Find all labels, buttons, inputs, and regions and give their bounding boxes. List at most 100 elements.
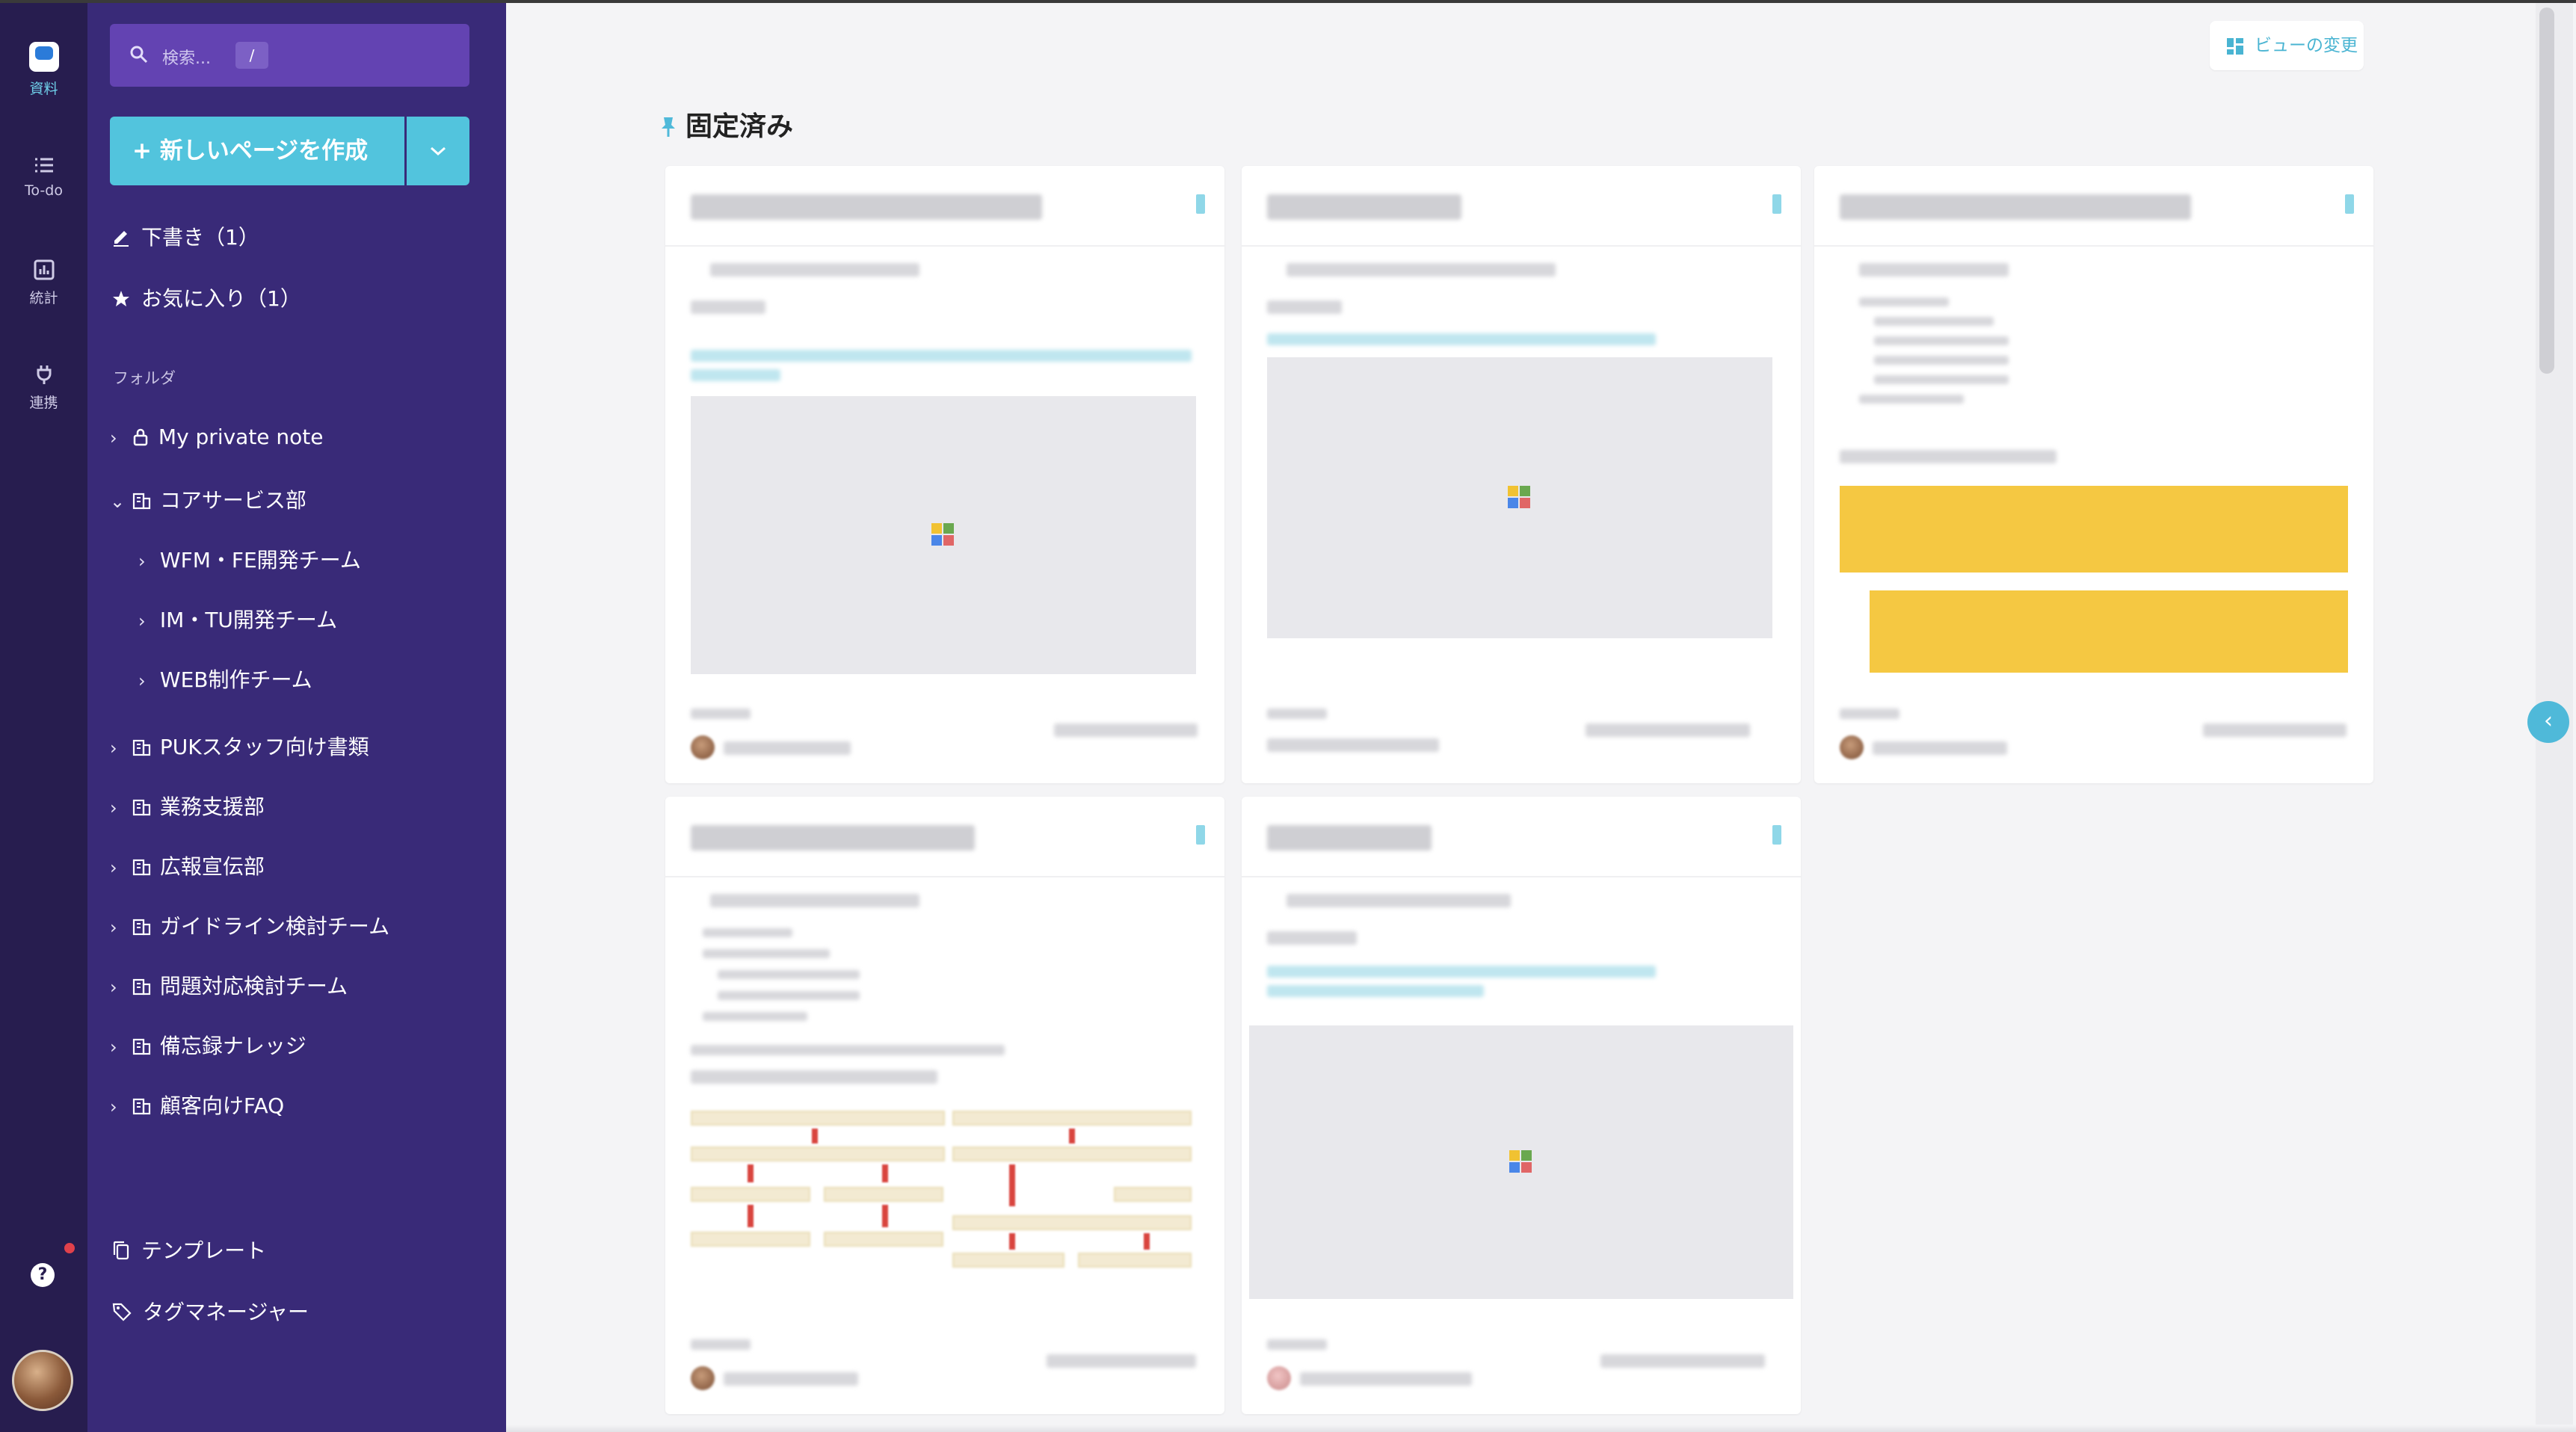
card-meta-redacted — [710, 263, 919, 277]
pinned-page-card[interactable] — [1242, 797, 1801, 1414]
rail-item-stats[interactable]: 統計 — [0, 259, 87, 307]
diagram-connector — [882, 1164, 888, 1182]
folder-label: WFM・FE開発チーム — [159, 548, 361, 573]
card-link-redacted — [691, 369, 780, 381]
card-date-redacted — [1047, 1354, 1196, 1368]
card-text-redacted — [1267, 931, 1357, 945]
author-avatar — [1840, 735, 1864, 759]
pinned-page-card[interactable] — [665, 166, 1224, 783]
search-input[interactable]: 検索... / — [110, 24, 469, 87]
scrollbar-thumb[interactable] — [2539, 7, 2554, 374]
card-date-redacted — [1600, 1354, 1765, 1368]
folders-heading: フォルダ — [113, 369, 176, 387]
card-divider — [665, 245, 1224, 247]
folder-label: 問題対応検討チーム — [159, 974, 348, 999]
create-page-button[interactable]: + 新しいページを作成 — [110, 117, 404, 185]
card-meta-redacted — [1287, 894, 1511, 907]
folder-item[interactable]: › 広報宣伝部 — [110, 851, 265, 880]
pin-icon[interactable] — [1196, 825, 1205, 845]
folder-item[interactable]: ⌄ コアサービス部 — [110, 484, 306, 514]
building-icon — [132, 859, 151, 876]
folder-item[interactable]: › PUKスタッフ向け書類 — [110, 731, 369, 761]
card-text-redacted — [703, 949, 830, 958]
author-avatar — [691, 735, 715, 759]
card-heading-redacted — [1840, 450, 2056, 463]
chevron-right-icon: › — [110, 857, 117, 878]
favorites-link[interactable]: お気に入り（1） — [111, 283, 301, 312]
card-meta-redacted — [1859, 263, 2009, 277]
subfolder-item[interactable]: › IM・TU開発チーム — [138, 604, 337, 634]
building-icon — [132, 919, 151, 936]
chevron-right-icon: › — [110, 1096, 117, 1117]
plug-icon — [37, 365, 51, 384]
card-title-redacted — [691, 825, 975, 851]
pin-icon[interactable] — [1196, 194, 1205, 214]
create-page-dropdown-button[interactable] — [407, 117, 469, 185]
drafts-label: 下書き（1） — [141, 225, 259, 250]
card-link-redacted — [691, 350, 1192, 362]
pin-icon[interactable] — [1772, 194, 1781, 214]
diagram-cell — [691, 1111, 945, 1126]
folder-item[interactable]: › ガイドライン検討チーム — [110, 910, 389, 940]
pinned-page-card[interactable] — [665, 797, 1224, 1414]
diagram-connector — [1009, 1164, 1015, 1206]
pinned-page-card[interactable] — [1814, 166, 2373, 783]
diagram-cell — [952, 1253, 1064, 1268]
card-text-redacted — [1859, 395, 1964, 404]
folder-item[interactable]: › My private note — [110, 425, 324, 449]
diagram-cell — [1078, 1253, 1192, 1268]
chevron-left-icon: ‹ — [2544, 708, 2553, 734]
card-image-placeholder — [1267, 357, 1772, 638]
folder-item[interactable]: › 業務支援部 — [110, 791, 265, 821]
window-top-border — [0, 0, 2576, 3]
folder-item[interactable]: › 顧客向けFAQ — [110, 1090, 284, 1120]
help-icon[interactable]: ? — [31, 1263, 55, 1287]
rail-item-label: To-do — [25, 182, 63, 199]
card-text-redacted — [691, 1070, 937, 1084]
building-icon — [132, 1098, 151, 1115]
pin-icon[interactable] — [1772, 825, 1781, 845]
highlight-callout — [1870, 590, 2348, 673]
card-footer-redacted — [1267, 1339, 1327, 1350]
search-icon — [130, 46, 148, 64]
diagram-cell — [691, 1187, 810, 1202]
subfolder-item[interactable]: › WFM・FE開発チーム — [138, 544, 361, 574]
card-meta-redacted — [1287, 263, 1556, 277]
pinned-section-title: 固定済み — [660, 105, 793, 143]
drafts-link[interactable]: 下書き（1） — [111, 221, 259, 251]
chevron-right-icon: › — [110, 428, 117, 448]
diagram-cell — [691, 1232, 810, 1247]
folder-item[interactable]: › 備忘録ナレッジ — [110, 1030, 306, 1060]
folder-item[interactable]: › 問題対応検討チーム — [110, 970, 348, 1000]
user-avatar[interactable] — [12, 1350, 73, 1411]
card-footer-redacted — [1840, 709, 1899, 719]
diagram-connector — [748, 1164, 754, 1182]
subfolder-item[interactable]: › WEB制作チーム — [138, 664, 312, 694]
folder-label: 顧客向けFAQ — [159, 1093, 285, 1118]
diagram-cell — [691, 1146, 945, 1161]
building-icon — [132, 493, 151, 510]
card-link-redacted — [1267, 966, 1656, 978]
diagram-cell — [824, 1187, 943, 1202]
author-name-redacted — [1300, 1372, 1472, 1386]
main-content: ビューの変更 固定済み ‹ — [506, 3, 2576, 1432]
card-text-redacted — [703, 928, 792, 937]
card-date-redacted — [1586, 723, 1750, 737]
rail-item-docs[interactable]: 資料 — [0, 42, 87, 98]
tag-manager-link[interactable]: タグマネージャー — [111, 1296, 309, 1326]
card-text-redacted — [1267, 300, 1342, 314]
pinned-page-card[interactable] — [1242, 166, 1801, 783]
templates-link[interactable]: テンプレート — [111, 1235, 266, 1265]
rail-item-integration[interactable]: 連携 — [0, 363, 87, 412]
rail-item-label: 資料 — [29, 81, 58, 97]
collapse-panel-button[interactable]: ‹ — [2527, 701, 2569, 743]
search-placeholder: 検索... — [162, 49, 211, 68]
card-divider — [665, 876, 1224, 877]
card-text-redacted — [1859, 297, 1949, 306]
card-text-redacted — [691, 300, 765, 314]
card-date-redacted — [2203, 723, 2347, 737]
create-page-label: 新しいページを作成 — [159, 138, 369, 164]
rail-item-todo[interactable]: To-do — [0, 154, 87, 199]
change-view-button[interactable]: ビューの変更 — [2210, 21, 2364, 70]
pin-icon[interactable] — [2345, 194, 2354, 214]
